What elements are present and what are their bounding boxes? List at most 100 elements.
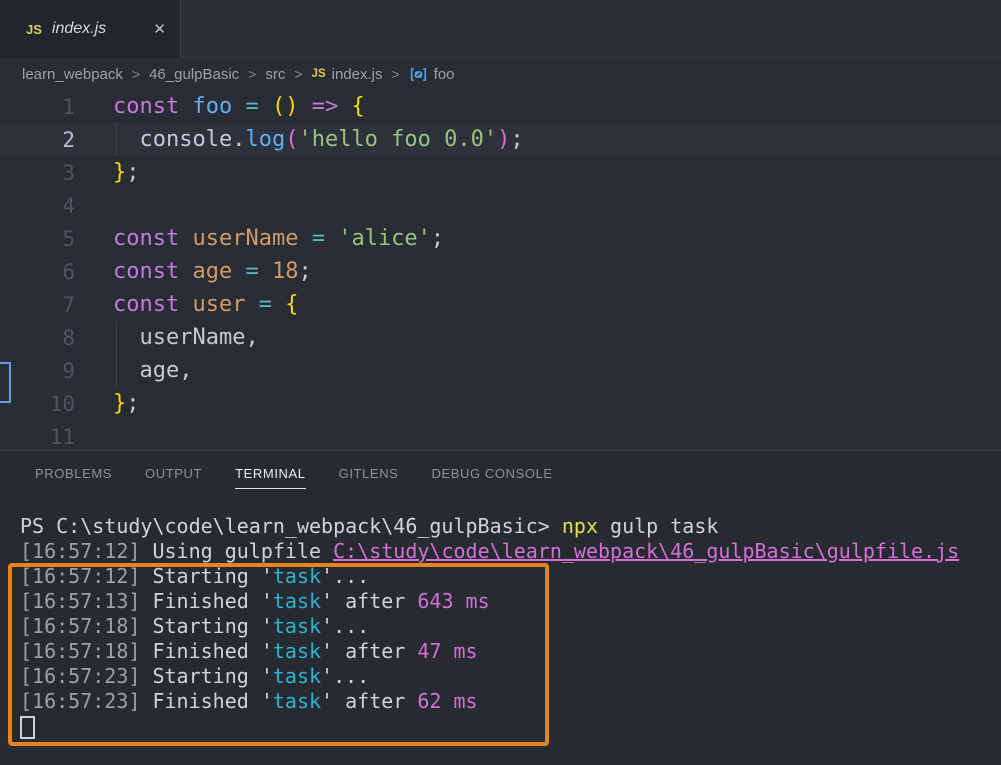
terminal-cursor-line xyxy=(20,714,1001,739)
token: npx xyxy=(561,514,598,538)
line-number: 7 xyxy=(62,292,75,317)
code-line-5[interactable]: 5 const userName = 'alice'; xyxy=(0,222,1001,255)
breadcrumb-label: learn_webpack xyxy=(22,65,123,83)
active-tab-underline xyxy=(235,488,306,489)
indent-guide xyxy=(116,321,117,354)
terminal-line: [16:57:12] Using gulpfile C:\study\code\… xyxy=(20,539,1001,564)
code-line-3[interactable]: 3}; xyxy=(0,156,1001,189)
panel-tab-label: DEBUG CONSOLE xyxy=(431,466,553,481)
breadcrumb-separator: > xyxy=(294,66,303,82)
breadcrumb-item-index-js[interactable]: JS index.js xyxy=(312,66,383,83)
token: () xyxy=(271,94,299,119)
code-line-11[interactable]: 11 xyxy=(0,420,1001,453)
breadcrumb: learn_webpack >46_gulpBasic > src > JS index.j… xyxy=(0,58,1001,90)
panel-tab-label: GITLENS xyxy=(338,466,399,481)
terminal-line: [16:57:23] Starting 'task'... xyxy=(20,664,1001,689)
code-line-6[interactable]: 6 const age = 18; xyxy=(0,255,1001,288)
token: [16:57:18] xyxy=(20,614,153,638)
tab-index-js[interactable]: JS index.js ✕ xyxy=(0,0,181,58)
token: { xyxy=(285,292,299,317)
token: 643 ms xyxy=(417,589,490,613)
token: const xyxy=(113,259,180,284)
code-text: const user = { xyxy=(113,292,298,317)
panel-tab-terminal[interactable]: TERMINAL xyxy=(235,451,306,496)
symbol-variable-icon xyxy=(409,67,428,82)
code-line-9[interactable]: 9 age, xyxy=(0,354,1001,387)
token: 'hello foo 0.0' xyxy=(298,127,498,152)
tab-title: index.js xyxy=(51,20,107,37)
token: [16:57:12] xyxy=(20,564,153,588)
breadcrumb-item-46-gulpbasic[interactable]: 46_gulpBasic xyxy=(149,66,239,83)
token: const xyxy=(113,292,180,317)
line-number: 10 xyxy=(49,391,75,416)
breadcrumb-separator: > xyxy=(248,66,257,82)
panel-tab-debug-console[interactable]: DEBUG CONSOLE xyxy=(431,451,552,496)
token: { xyxy=(351,94,365,119)
token: [16:57:18] xyxy=(20,639,153,663)
panel-tab-bar: PROBLEMS OUTPUT TERMINAL GITLENS DEBUG CONSO… xyxy=(0,451,1001,496)
token: ; xyxy=(126,160,140,185)
code-line-7[interactable]: 7 const user = { xyxy=(0,288,1001,321)
panel-tab-gitlens[interactable]: GITLENS xyxy=(339,451,399,496)
token: task xyxy=(272,639,322,663)
breadcrumb-item-src[interactable]: src xyxy=(265,66,285,83)
code-text: const foo = () => { xyxy=(113,94,365,119)
token: [16:57:13] xyxy=(20,589,153,613)
code-editor[interactable]: 1 const foo = () => {2 console.log('hello… xyxy=(0,90,1001,451)
panel-tab-label: OUTPUT xyxy=(145,466,203,481)
terminal-line: PS C:\study\code\learn_webpack\46_gulpBa… xyxy=(20,514,1001,539)
breadcrumb-item-foo[interactable]: foo xyxy=(409,66,455,83)
breadcrumb-item-learn-webpack[interactable]: learn_webpack xyxy=(22,66,123,83)
breadcrumb-label: index.js xyxy=(331,65,383,83)
token: 'alice' xyxy=(338,226,431,251)
line-number: 4 xyxy=(62,193,75,218)
token: task xyxy=(272,589,322,613)
code-line-8[interactable]: 8 userName, xyxy=(0,321,1001,354)
token: gulp task xyxy=(597,514,719,538)
token: [16:57:23] xyxy=(20,664,153,688)
token: log xyxy=(245,127,286,152)
token: console. xyxy=(113,127,246,152)
close-icon[interactable]: ✕ xyxy=(153,20,166,38)
token: Starting ' xyxy=(152,564,273,588)
terminal-line: [16:57:23] Finished 'task' after 62 ms xyxy=(20,689,1001,714)
token: [16:57:23] xyxy=(20,689,153,713)
token: '... xyxy=(321,664,370,688)
token: ( xyxy=(285,127,299,152)
breadcrumb-label: foo xyxy=(433,65,455,83)
code-line-10[interactable]: 10}; xyxy=(0,387,1001,420)
token: userName, xyxy=(113,325,259,350)
token: Starting ' xyxy=(152,614,273,638)
terminal-line: [16:57:18] Finished 'task' after 47 ms xyxy=(20,639,1001,664)
token: ; xyxy=(298,259,312,284)
token: 18 xyxy=(271,259,299,284)
terminal[interactable]: PS C:\study\code\learn_webpack\46_gulpBa… xyxy=(0,497,1001,765)
indent-guide xyxy=(116,354,117,387)
token: = xyxy=(258,292,272,317)
javascript-file-icon: JS xyxy=(26,21,42,37)
panel-tab-problems[interactable]: PROBLEMS xyxy=(35,451,112,496)
token: task xyxy=(272,689,322,713)
token: C:\study\code\learn_webpack\46_gulpBasic… xyxy=(333,539,960,563)
code-line-1[interactable]: 1 const foo = () => { xyxy=(0,90,1001,123)
token: ; xyxy=(126,391,140,416)
bottom-panel: PROBLEMS OUTPUT TERMINAL GITLENS DEBUG CONSO… xyxy=(0,450,1001,765)
code-line-4[interactable]: 4 xyxy=(0,189,1001,222)
token: = xyxy=(245,259,259,284)
token: task xyxy=(272,664,322,688)
code-line-2[interactable]: 2 console.log('hello foo 0.0'); xyxy=(0,123,1001,156)
code-text: const userName = 'alice'; xyxy=(113,226,444,251)
token: '... xyxy=(321,614,370,638)
editor-tab-bar: JS index.js ✕ xyxy=(0,0,1001,58)
breadcrumb-label: src xyxy=(265,65,286,83)
line-number: 9 xyxy=(62,358,75,383)
panel-tab-output[interactable]: OUTPUT xyxy=(145,451,202,496)
